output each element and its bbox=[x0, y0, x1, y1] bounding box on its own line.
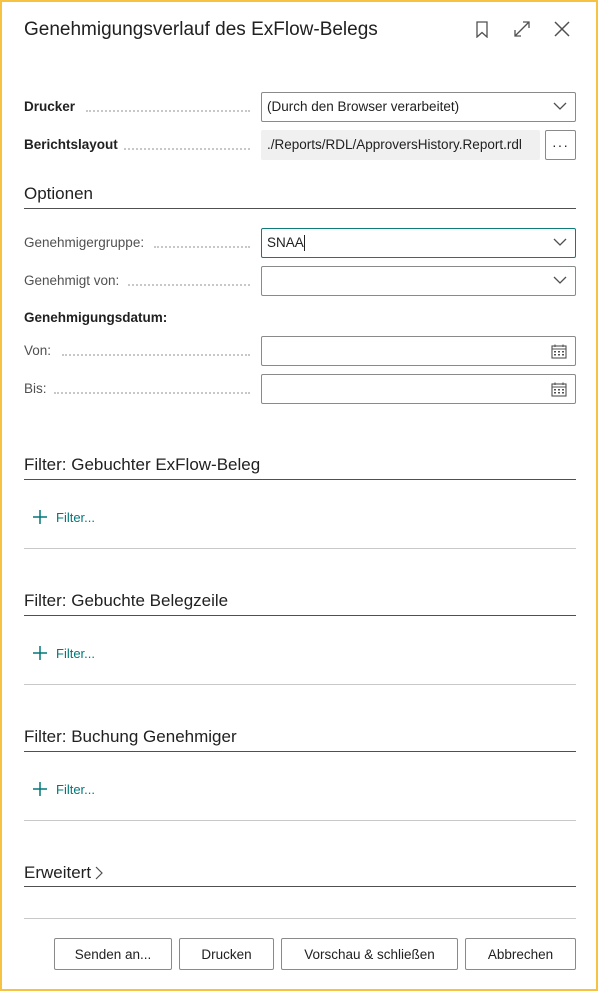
row-von: Von: bbox=[24, 336, 576, 366]
calendar-icon[interactable] bbox=[551, 344, 567, 359]
drucker-label: Drucker bbox=[24, 99, 76, 114]
section-rule bbox=[24, 479, 576, 480]
drucker-value: (Durch den Browser verarbeitet) bbox=[267, 99, 460, 114]
row-genehmigergruppe: Genehmigergruppe: SNAA bbox=[24, 228, 576, 258]
assist-edit-button[interactable]: ··· bbox=[545, 130, 576, 160]
section-rule bbox=[24, 615, 576, 616]
leader-dots bbox=[128, 284, 250, 286]
row-berichtslayout: Berichtslayout ./Reports/RDL/ApproversHi… bbox=[24, 130, 576, 160]
von-date-input[interactable] bbox=[261, 336, 576, 366]
chevron-down-icon bbox=[553, 276, 567, 284]
close-icon[interactable] bbox=[552, 18, 572, 40]
footer-divider bbox=[24, 918, 576, 919]
section-divider bbox=[24, 684, 576, 685]
section-title-filter-genehmiger[interactable]: Filter: Buchung Genehmiger bbox=[24, 727, 237, 747]
add-filter-link[interactable]: Filter... bbox=[32, 781, 95, 797]
section-rule bbox=[24, 751, 576, 752]
leader-dots bbox=[124, 148, 250, 150]
bis-label: Bis: bbox=[24, 381, 47, 396]
leader-dots bbox=[86, 110, 250, 112]
row-bis: Bis: bbox=[24, 374, 576, 404]
add-filter-label: Filter... bbox=[56, 509, 96, 525]
berichtslayout-label: Berichtslayout bbox=[24, 137, 118, 152]
senden-an-button[interactable]: Senden an... bbox=[54, 938, 172, 970]
expand-icon[interactable] bbox=[512, 18, 532, 40]
berichtslayout-field[interactable]: ./Reports/RDL/ApproversHistory.Report.rd… bbox=[261, 130, 540, 160]
chevron-down-icon bbox=[553, 238, 567, 246]
drucken-button[interactable]: Drucken bbox=[179, 938, 274, 970]
add-filter-label: Filter... bbox=[56, 645, 96, 661]
section-rule bbox=[24, 886, 576, 887]
von-label: Von: bbox=[24, 343, 52, 358]
berichtslayout-value: ./Reports/RDL/ApproversHistory.Report.rd… bbox=[267, 137, 522, 152]
drucker-select[interactable]: (Durch den Browser verarbeitet) bbox=[261, 92, 576, 122]
erweitert-label: Erweitert bbox=[24, 863, 92, 882]
genehmigergruppe-select[interactable]: SNAA bbox=[261, 228, 576, 258]
plus-icon bbox=[33, 646, 47, 660]
chevron-right-icon bbox=[95, 866, 103, 880]
genehmigt-von-select[interactable] bbox=[261, 266, 576, 296]
row-genehmigt-von: Genehmigt von: bbox=[24, 266, 576, 296]
plus-icon bbox=[33, 510, 47, 524]
calendar-icon[interactable] bbox=[551, 382, 567, 397]
chevron-down-icon bbox=[553, 102, 567, 110]
text-caret bbox=[303, 235, 305, 252]
section-title-filter-belegzeile[interactable]: Filter: Gebuchte Belegzeile bbox=[24, 591, 228, 611]
row-drucker: Drucker (Durch den Browser verarbeitet) bbox=[24, 92, 576, 122]
bis-date-input[interactable] bbox=[261, 374, 576, 404]
leader-dots bbox=[54, 392, 250, 394]
erweitert-toggle[interactable]: Erweitert bbox=[24, 863, 103, 883]
section-title-filter-beleg[interactable]: Filter: Gebuchter ExFlow-Beleg bbox=[24, 455, 260, 475]
plus-icon bbox=[33, 782, 47, 796]
genehmigungsdatum-heading: Genehmigungsdatum: bbox=[24, 310, 168, 325]
bookmark-icon[interactable] bbox=[472, 18, 492, 40]
leader-dots bbox=[62, 354, 250, 356]
dialog-title: Genehmigungsverlauf des ExFlow-Belegs bbox=[24, 19, 378, 40]
genehmigergruppe-value: SNAA bbox=[267, 235, 304, 250]
leader-dots bbox=[154, 246, 250, 248]
vorschau-schliessen-button[interactable]: Vorschau & schließen bbox=[281, 938, 458, 970]
add-filter-link[interactable]: Filter... bbox=[32, 645, 95, 661]
header-actions bbox=[472, 18, 572, 40]
abbrechen-button[interactable]: Abbrechen bbox=[465, 938, 576, 970]
section-divider bbox=[24, 548, 576, 549]
section-divider bbox=[24, 820, 576, 821]
section-rule bbox=[24, 208, 576, 209]
section-title-optionen[interactable]: Optionen bbox=[24, 184, 93, 204]
genehmigt-von-label: Genehmigt von: bbox=[24, 273, 120, 288]
add-filter-link[interactable]: Filter... bbox=[32, 509, 95, 525]
add-filter-label: Filter... bbox=[56, 781, 96, 797]
genehmigergruppe-label: Genehmigergruppe: bbox=[24, 235, 145, 250]
